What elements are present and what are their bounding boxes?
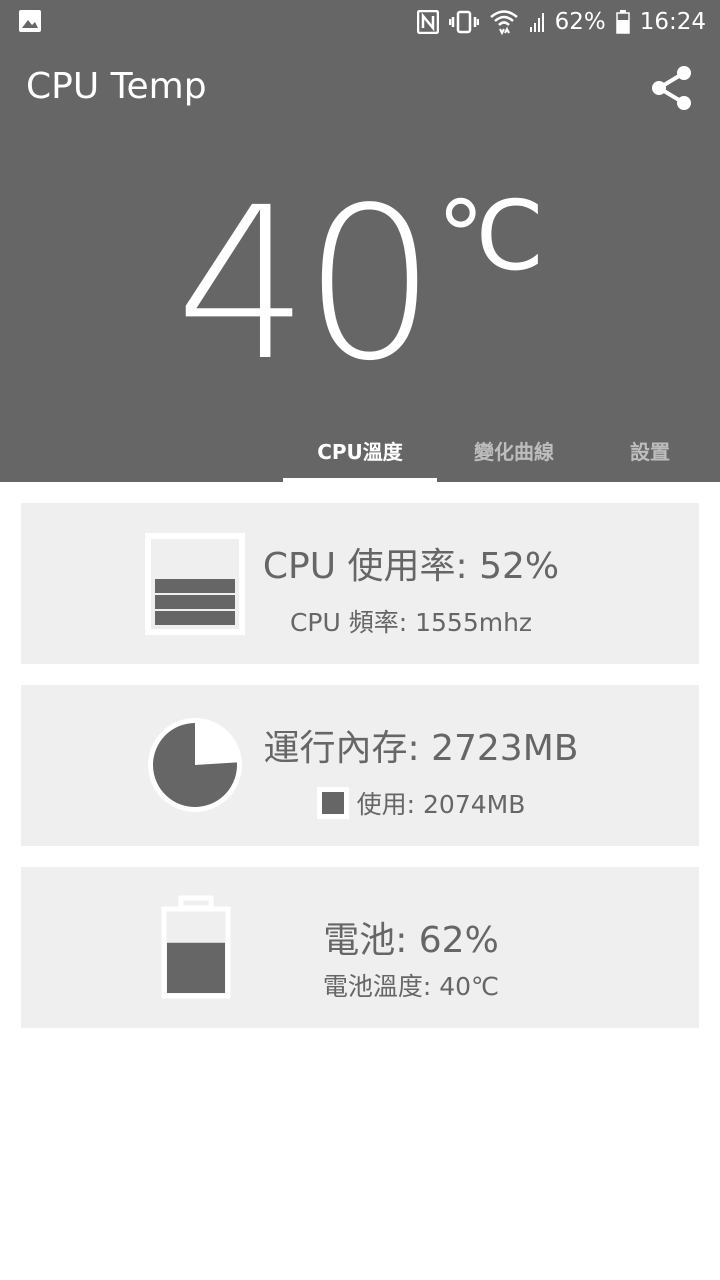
memory-used-text: 使用: 2074MB [356, 790, 526, 819]
app-title: CPU Temp [26, 66, 207, 107]
vibrate-icon [448, 10, 479, 34]
legend-used-swatch [316, 787, 349, 819]
battery-level-text: 電池: 62% [323, 920, 499, 961]
temperature-unit: ℃ [436, 180, 545, 292]
header: 62% 16:24 CPU Temp 40 ℃ CPU溫度 變化曲線 設置 [0, 0, 720, 482]
signal-icon [529, 13, 544, 32]
battery-percent: 62% [554, 9, 606, 35]
cpu-usage-text: CPU 使用率: 52% [262, 546, 560, 587]
temperature-display: 40 ℃ [0, 180, 720, 400]
cpu-usage-card: CPU 使用率: 52% CPU 頻率: 1555mhz [21, 503, 699, 664]
status-bar: 62% 16:24 [0, 0, 720, 44]
memory-total-text: 運行內存: 2723MB [263, 728, 579, 769]
clock: 16:24 [639, 9, 706, 35]
nfc-icon [416, 10, 439, 34]
tab-cpu-temp[interactable]: CPU溫度 [283, 418, 437, 482]
tab-bar: CPU溫度 變化曲線 設置 [0, 418, 720, 482]
cpu-frequency-text: CPU 頻率: 1555mhz [289, 608, 533, 637]
status-icons: 62% 16:24 [416, 6, 706, 38]
temperature-value: 40 [175, 162, 436, 407]
tab-indicator [283, 478, 437, 482]
battery-icon [615, 10, 630, 34]
wifi-icon [489, 10, 518, 35]
memory-used-row: 使用: 2074MB [141, 785, 701, 821]
memory-card: 運行內存: 2723MB 使用: 2074MB [21, 685, 699, 846]
image-icon [19, 10, 41, 32]
tab-curve[interactable]: 變化曲線 [437, 418, 591, 482]
battery-temp-text: 電池溫度: 40℃ [322, 972, 500, 1001]
share-icon[interactable] [650, 64, 694, 112]
tab-settings[interactable]: 設置 [591, 418, 709, 482]
battery-card: 電池: 62% 電池溫度: 40℃ [21, 867, 699, 1028]
